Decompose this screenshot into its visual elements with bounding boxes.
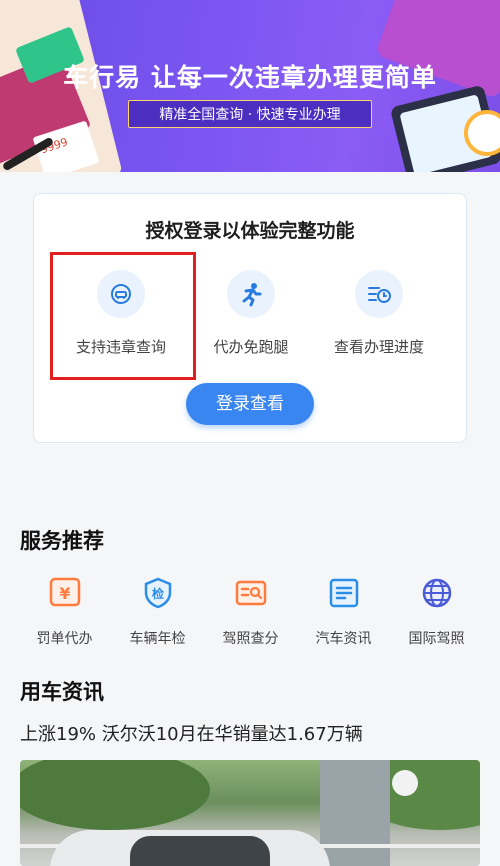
login-button[interactable]: 登录查看: [186, 383, 314, 425]
feature-progress[interactable]: 查看办理进度: [314, 270, 444, 357]
lamp-shape: [392, 770, 418, 796]
highlight-box: [50, 252, 196, 380]
feature-icon-circle: [355, 270, 403, 318]
promo-banner[interactable]: 9999 车行易 让每一次违章办理更简单 精准全国查询 · 快速专业办理: [0, 0, 500, 172]
service-label: 车辆年检: [129, 631, 186, 647]
progress-clock-icon: [368, 287, 391, 303]
service-label: 驾照查分: [222, 631, 279, 647]
building-shape: [320, 760, 390, 866]
svg-text:¥: ¥: [59, 584, 70, 603]
service-car-news[interactable]: 汽车资讯: [297, 570, 390, 650]
service-license-points[interactable]: 驾照查分: [204, 570, 297, 650]
banner-title: 车行易 让每一次违章办理更简单: [63, 63, 437, 92]
feature-icon-circle: [227, 270, 275, 318]
banner-subtitle: 精准全国查询 · 快速专业办理: [128, 100, 372, 128]
news-title: 用车资讯: [20, 680, 104, 704]
car-window-shape: [130, 836, 270, 866]
yuan-ticket-icon: ¥: [49, 577, 80, 607]
services-grid: ¥ 罚单代办 检 车辆年检 驾照查分 汽车资讯 国际驾照: [0, 570, 500, 650]
feature-label: 查看办理进度: [333, 338, 424, 356]
service-annual-inspection[interactable]: 检 车辆年检: [111, 570, 204, 650]
service-intl-license[interactable]: 国际驾照: [390, 570, 483, 650]
service-label: 国际驾照: [408, 631, 465, 647]
service-label: 汽车资讯: [315, 631, 372, 647]
svg-text:检: 检: [151, 586, 163, 601]
inspection-shield-icon: 检: [144, 577, 171, 609]
tree-shape: [20, 760, 210, 830]
news-image[interactable]: [20, 760, 480, 866]
feature-label: 代办免跑腿: [213, 338, 289, 356]
feature-errand-service[interactable]: 代办免跑腿: [186, 270, 316, 357]
service-label: 罚单代办: [36, 631, 93, 647]
auth-card: 授权登录以体验完整功能 支持违章查询 代办免跑腿 查看办理进度 登录查看: [33, 193, 467, 443]
services-title: 服务推荐: [20, 529, 104, 553]
auth-title: 授权登录以体验完整功能: [145, 220, 355, 242]
license-search-icon: [235, 580, 266, 606]
news-icon: [329, 578, 358, 608]
globe-icon: [422, 578, 451, 608]
banner-subtitle-text: 精准全国查询 · 快速专业办理: [159, 107, 341, 123]
running-man-icon: [242, 283, 262, 307]
service-fine-handling[interactable]: ¥ 罚单代办: [18, 570, 111, 650]
news-headline[interactable]: 上涨19% 沃尔沃10月在华销量达1.67万辆: [20, 720, 363, 746]
